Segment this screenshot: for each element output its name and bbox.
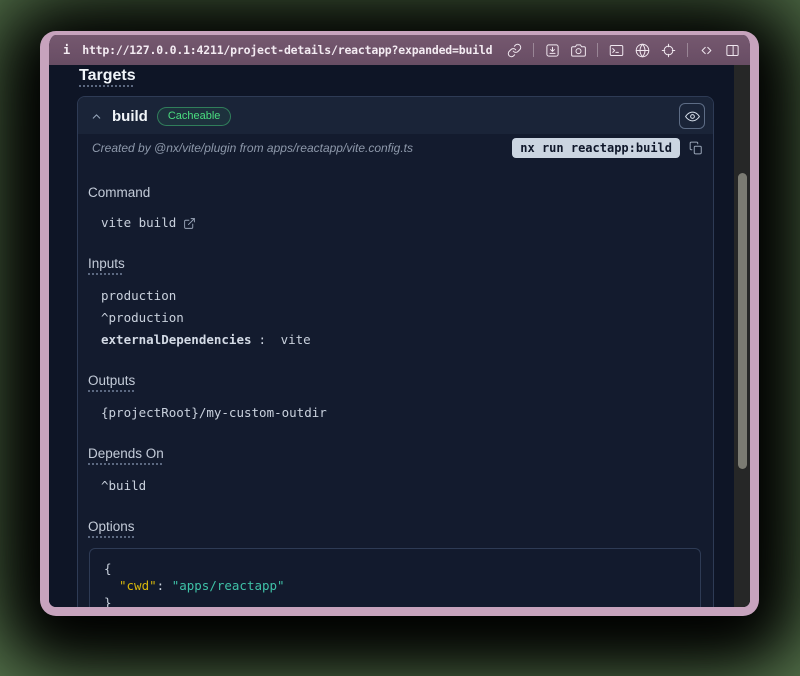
project-details-view: Targets build Cacheable Created by @nx/v… bbox=[49, 65, 734, 607]
split-panel-icon[interactable] bbox=[725, 43, 740, 58]
target-name: build bbox=[112, 108, 148, 125]
info-icon[interactable]: i bbox=[63, 43, 70, 57]
command-value: vite build bbox=[88, 214, 701, 232]
globe-icon[interactable] bbox=[635, 43, 650, 58]
command-label: Command bbox=[88, 185, 701, 200]
depends-on-item: ^build bbox=[88, 477, 701, 495]
code-line: { bbox=[104, 560, 686, 577]
toolbar-divider bbox=[533, 43, 534, 57]
json-key: "cwd" bbox=[119, 578, 157, 593]
json-separator: : bbox=[157, 578, 172, 593]
build-target-header[interactable]: build Cacheable bbox=[78, 97, 713, 134]
capture-icon[interactable] bbox=[545, 43, 560, 58]
toolbar-divider bbox=[687, 43, 688, 57]
scrollbar-thumb[interactable] bbox=[738, 173, 747, 469]
run-command-chip: nx run reactapp:build bbox=[512, 138, 680, 158]
terminal-icon[interactable] bbox=[609, 43, 624, 58]
targets-heading: Targets bbox=[79, 67, 136, 85]
input-item: ^production bbox=[88, 309, 701, 327]
camera-icon[interactable] bbox=[571, 43, 586, 58]
input-item-external-deps: externalDependencies: vite bbox=[88, 331, 701, 349]
input-separator: : bbox=[259, 331, 274, 349]
address-bar-url[interactable]: http://127.0.0.1:4211/project-details/re… bbox=[82, 43, 492, 57]
crosshair-icon[interactable] bbox=[661, 43, 676, 58]
view-target-graph-button[interactable] bbox=[679, 103, 705, 129]
inputs-label[interactable]: Inputs bbox=[88, 256, 125, 271]
inputs-section: Inputs production ^production externalDe… bbox=[88, 255, 701, 349]
build-target-details: Command vite build Inputs production ^pr… bbox=[78, 185, 713, 607]
json-value: "apps/reactapp" bbox=[172, 578, 285, 593]
options-code-block: { "cwd": "apps/reactapp" } bbox=[89, 548, 701, 607]
desktop-background: i http://127.0.0.1:4211/project-details/… bbox=[0, 0, 800, 676]
input-value: vite bbox=[281, 331, 311, 349]
build-target-card: build Cacheable Created by @nx/vite/plug… bbox=[77, 96, 714, 607]
created-by-text: Created by @nx/vite/plugin from apps/rea… bbox=[92, 141, 413, 155]
code-line: "cwd": "apps/reactapp" bbox=[104, 577, 686, 594]
link-icon[interactable] bbox=[507, 43, 522, 58]
browser-toolbar: i http://127.0.0.1:4211/project-details/… bbox=[49, 35, 750, 65]
outputs-section: Outputs {projectRoot}/my-custom-outdir bbox=[88, 372, 701, 422]
page-content: Targets build Cacheable Created by @nx/v… bbox=[49, 65, 750, 607]
scrollbar-track[interactable] bbox=[734, 65, 750, 607]
eye-icon bbox=[685, 109, 700, 124]
output-item: {projectRoot}/my-custom-outdir bbox=[88, 404, 701, 422]
depends-on-section: Depends On ^build bbox=[88, 445, 701, 495]
input-key: externalDependencies bbox=[101, 331, 252, 349]
external-link-icon[interactable] bbox=[183, 217, 196, 230]
outputs-label[interactable]: Outputs bbox=[88, 373, 135, 388]
command-text: vite build bbox=[101, 214, 176, 232]
code-line: } bbox=[104, 594, 686, 607]
copy-icon bbox=[689, 141, 703, 155]
toolbar-icon-group bbox=[507, 43, 740, 58]
browser-window: i http://127.0.0.1:4211/project-details/… bbox=[40, 31, 759, 616]
depends-on-label[interactable]: Depends On bbox=[88, 446, 164, 461]
input-item: production bbox=[88, 287, 701, 305]
copy-command-button[interactable] bbox=[689, 141, 703, 155]
options-label[interactable]: Options bbox=[88, 519, 135, 534]
options-section: Options { "cwd": "apps/reactapp" } bbox=[88, 518, 701, 607]
chevron-up-icon[interactable] bbox=[90, 110, 103, 123]
build-target-subheader: Created by @nx/vite/plugin from apps/rea… bbox=[78, 134, 713, 167]
cacheable-badge: Cacheable bbox=[157, 107, 232, 126]
targets-heading-text[interactable]: Targets bbox=[79, 67, 136, 84]
toolbar-divider bbox=[597, 43, 598, 57]
code-icon[interactable] bbox=[699, 43, 714, 58]
